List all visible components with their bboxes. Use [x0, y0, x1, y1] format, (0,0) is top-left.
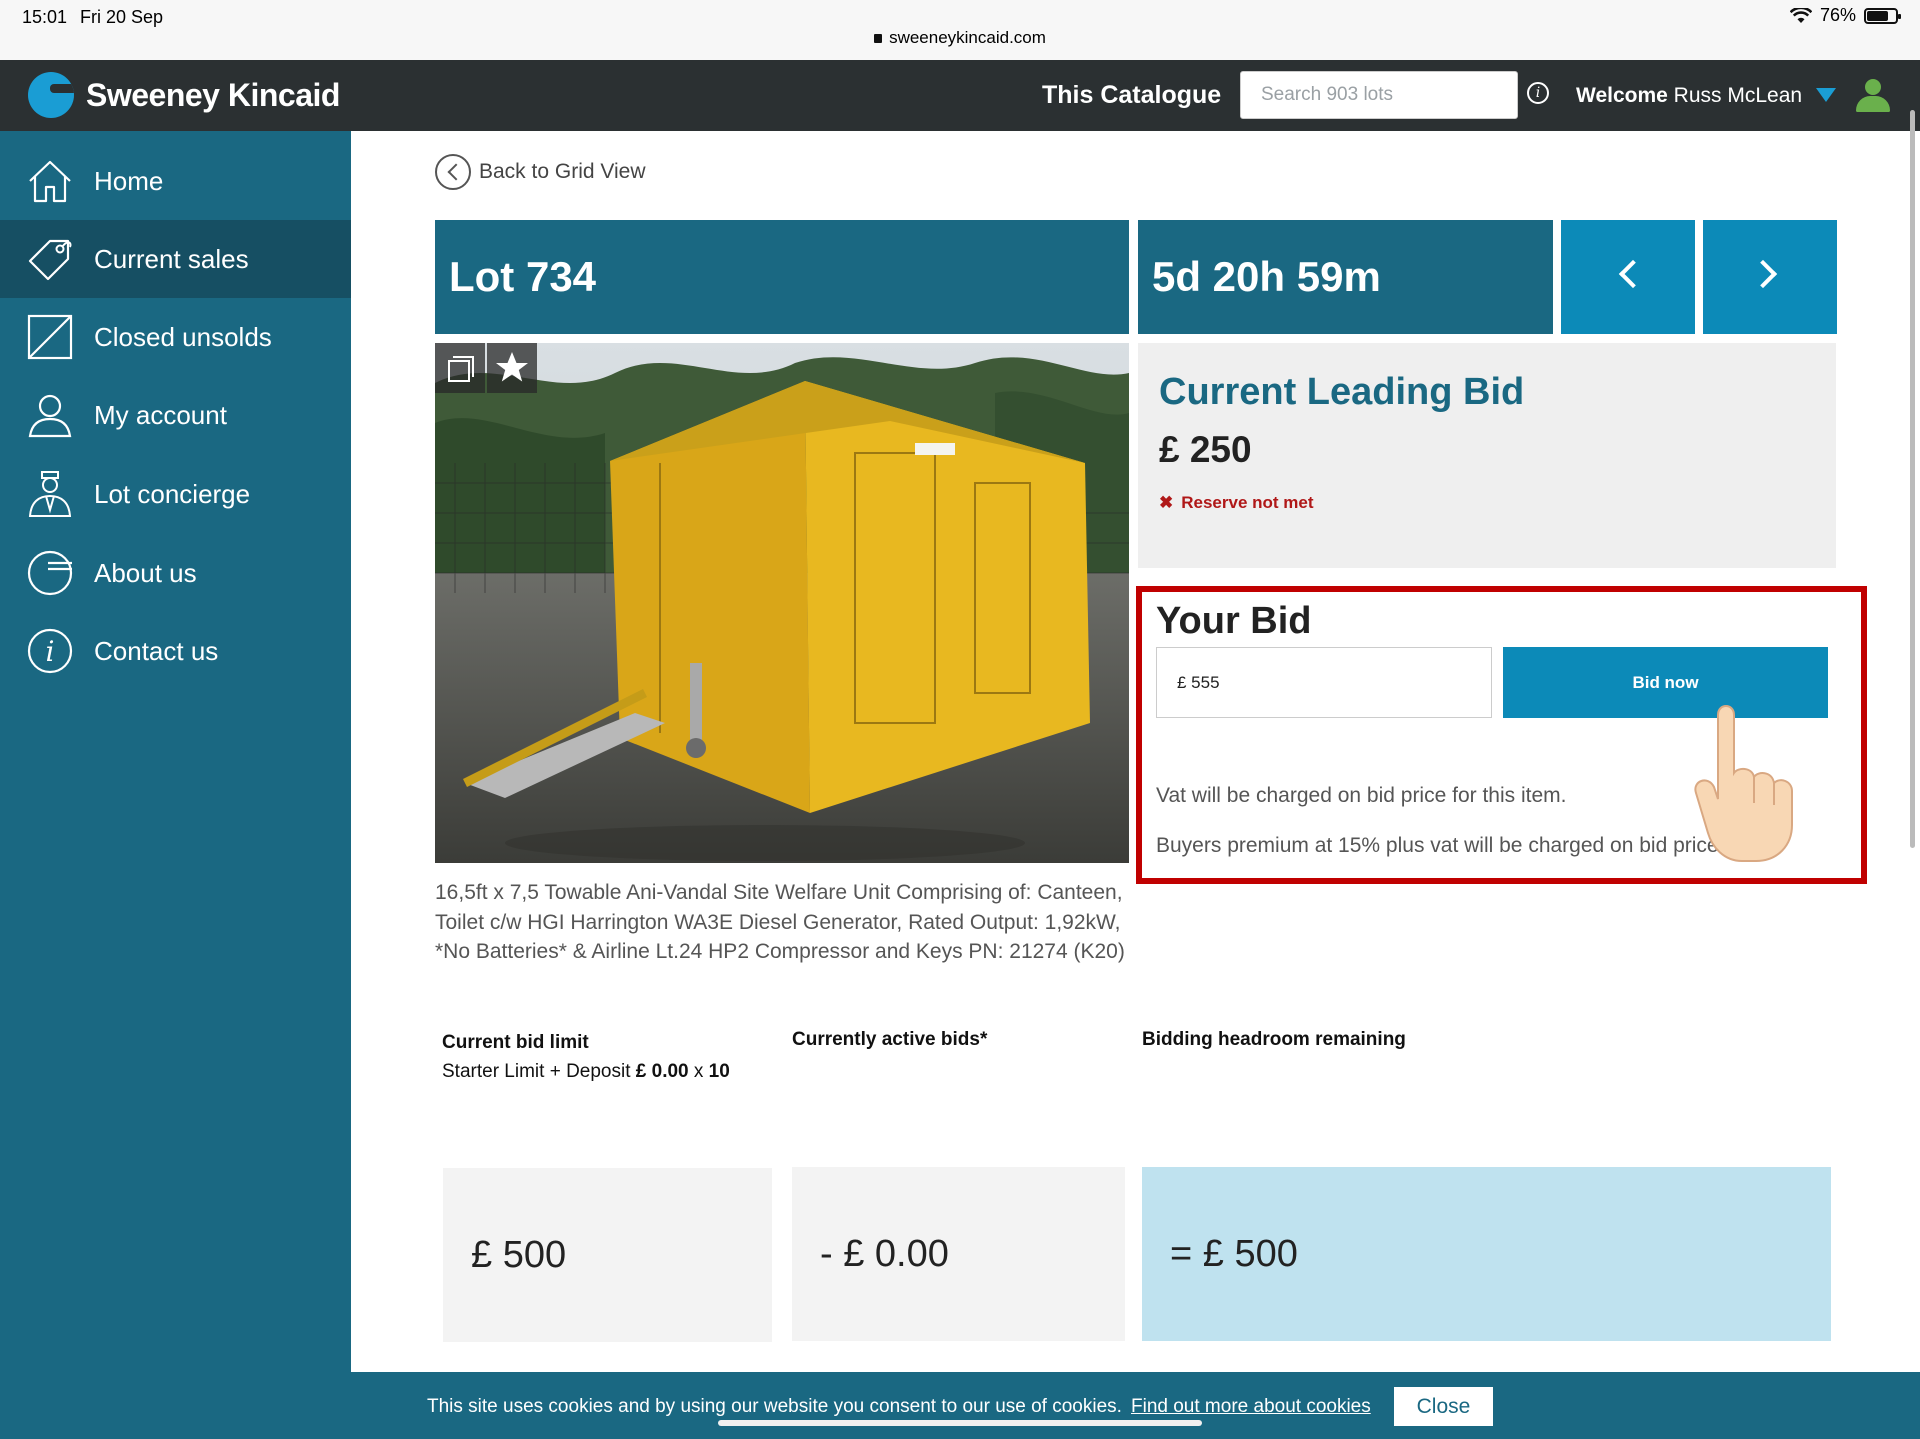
previous-lot-button[interactable] [1561, 220, 1695, 334]
active-bids-value: - £ 0.00 [792, 1167, 1125, 1341]
sidebar-item-closed-unsolds[interactable]: Closed unsolds [0, 298, 351, 376]
starter-text: Starter Limit + Deposit [442, 1061, 631, 1082]
sidebar-item-about-us[interactable]: About us [0, 534, 351, 612]
lot-photo[interactable] [435, 343, 1129, 863]
info-icon: i [26, 627, 74, 675]
sidebar-item-my-account[interactable]: My account [0, 376, 351, 454]
back-label: Back to Grid View [479, 160, 646, 183]
sidebar-item-label: My account [94, 399, 227, 430]
sidebar-item-label: Contact us [94, 635, 219, 666]
account-icon[interactable] [1855, 79, 1891, 113]
sidebar-item-label: Lot concierge [94, 478, 251, 509]
user-name: Russ McLean [1673, 84, 1803, 107]
active-bids-label: Currently active bids* [792, 1029, 988, 1050]
gallery-icon [448, 356, 474, 382]
battery-icon [1864, 7, 1901, 24]
battery-percent: 76% [1819, 5, 1856, 25]
reserve-status: ✖ Reserve not met [1159, 493, 1314, 513]
status-time: 15:01 [22, 7, 68, 27]
search-info-icon[interactable]: i [1527, 82, 1549, 104]
sidebar: Home Current sales Closed unsolds My acc… [0, 131, 351, 1439]
closed-icon [26, 313, 74, 361]
gallery-button[interactable] [435, 343, 485, 393]
search-input[interactable] [1240, 71, 1518, 119]
reserve-status-text: Reserve not met [1181, 493, 1314, 512]
sidebar-item-current-sales[interactable]: Current sales [0, 220, 351, 298]
home-indicator[interactable] [718, 1420, 1202, 1426]
cookie-text: This site uses cookies and by using our … [427, 1396, 1122, 1417]
welcome-text[interactable]: Welcome Russ McLean [1576, 84, 1802, 108]
sidebar-item-label: Current sales [94, 243, 249, 274]
current-bid-limit-label: Current bid limit [442, 1032, 589, 1053]
sidebar-item-label: Home [94, 165, 164, 196]
ios-status-bar: 15:01 Fri 20 Sep sweeneykincaid.com 76% [0, 0, 1920, 60]
sidebar-item-label: Closed unsolds [94, 321, 272, 352]
welcome-label: Welcome [1576, 84, 1668, 107]
starter-amount: £ 0.00 [635, 1061, 689, 1082]
times-sign: x [693, 1061, 704, 1082]
premium-note: Buyers premium at 15% plus vat will be c… [1156, 834, 1725, 857]
leading-bid-heading: Current Leading Bid [1159, 371, 1525, 413]
vat-note: Vat will be charged on bid price for thi… [1156, 784, 1567, 807]
lot-description: 16,5ft x 7,5 Towable Ani-Vandal Site Wel… [435, 881, 1125, 963]
cookie-banner: This site uses cookies and by using our … [351, 1372, 1920, 1439]
chevron-left-icon [435, 154, 471, 190]
leading-bid-panel: Current Leading Bid £ 250 ✖ Reserve not m… [1138, 343, 1836, 568]
address-bar[interactable]: sweeneykincaid.com [0, 28, 1920, 48]
lot-title: Lot 734 [435, 220, 1129, 334]
user-icon [26, 391, 74, 439]
lock-icon [874, 34, 883, 43]
svg-text:i: i [46, 635, 55, 668]
bid-limit-value: £ 500 [443, 1168, 772, 1342]
sidebar-item-label: About us [94, 557, 197, 588]
page-scrollbar[interactable] [1910, 110, 1915, 848]
sidebar-item-lot-concierge[interactable]: Lot concierge [0, 455, 351, 533]
chevron-right-icon [1748, 259, 1778, 289]
logo-icon [26, 549, 74, 597]
sidebar-item-home[interactable]: Home [0, 142, 351, 220]
pointing-hand-icon [1694, 705, 1793, 862]
site-header: Sweeney Kincaid This Catalogue i Welcome… [0, 60, 1920, 131]
back-to-grid-link[interactable]: Back to Grid View [435, 154, 646, 190]
sidebar-item-contact-us[interactable]: i Contact us [0, 612, 351, 690]
next-lot-button[interactable] [1703, 220, 1837, 334]
cookie-info-link[interactable]: Find out more about cookies [1131, 1396, 1371, 1418]
concierge-icon [26, 470, 74, 518]
caret-down-icon[interactable] [1816, 88, 1836, 102]
starter-limit-text: Starter Limit + Deposit £ 0.00 x 10 [442, 1061, 730, 1083]
multiplier: 10 [708, 1061, 730, 1082]
home-icon [26, 157, 74, 205]
your-bid-heading: Your Bid [1156, 600, 1312, 642]
bid-amount-input[interactable] [1156, 647, 1492, 718]
logo-icon [28, 72, 74, 118]
headroom-value: = £ 500 [1142, 1167, 1831, 1341]
status-right: 76% [1789, 5, 1901, 26]
leading-bid-amount: £ 250 [1159, 429, 1252, 470]
brand-name: Sweeney Kincaid [86, 76, 340, 113]
chevron-left-icon [1618, 259, 1648, 289]
tag-icon [26, 235, 74, 283]
url-text: sweeneykincaid.com [889, 28, 1046, 47]
star-icon [496, 352, 528, 382]
status-date: Fri 20 Sep [80, 7, 164, 27]
countdown-timer: 5d 20h 59m [1138, 220, 1553, 334]
headroom-label: Bidding headroom remaining [1142, 1029, 1406, 1050]
favourite-button[interactable] [487, 343, 537, 393]
catalogue-label: This Catalogue [1042, 81, 1222, 109]
wifi-icon [1789, 7, 1812, 23]
cross-icon: ✖ [1159, 493, 1174, 512]
brand[interactable]: Sweeney Kincaid [28, 72, 340, 118]
cookie-close-button[interactable]: Close [1394, 1387, 1493, 1426]
